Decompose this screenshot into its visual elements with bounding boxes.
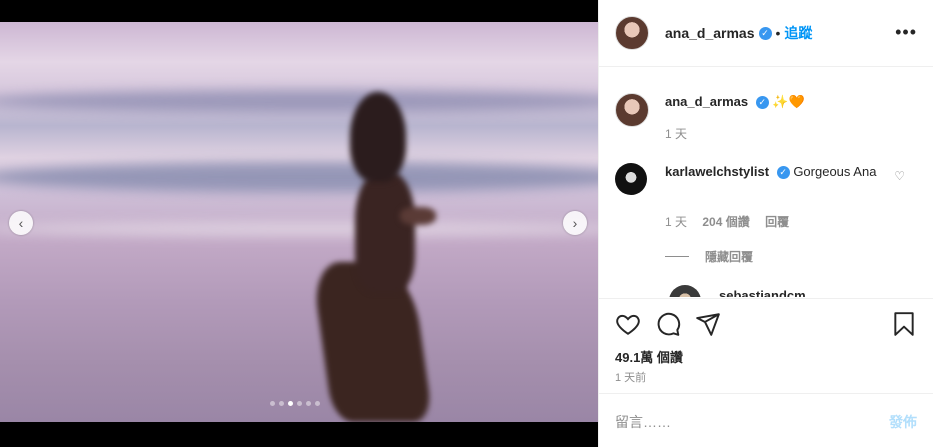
carousel-dot — [279, 401, 284, 406]
verified-badge-icon: ✓ — [755, 96, 769, 110]
hide-replies-button[interactable]: 隱藏回覆 — [665, 248, 753, 265]
carousel-dot — [315, 401, 320, 406]
post-actions: 49.1萬 個讚 1 天前 — [599, 298, 933, 393]
share-icon[interactable] — [695, 311, 721, 337]
comment-like-heart-icon[interactable]: ♡ — [894, 169, 905, 183]
more-options-icon[interactable]: ••• — [895, 22, 917, 43]
avatar[interactable] — [615, 163, 647, 195]
avatar[interactable] — [669, 285, 701, 297]
hide-replies-label: 隱藏回覆 — [705, 250, 754, 264]
avatar[interactable] — [615, 93, 649, 127]
carousel-dot — [270, 401, 275, 406]
comment-input[interactable]: 留言…… — [615, 412, 671, 432]
comment-icon[interactable] — [655, 311, 681, 337]
post-photo — [0, 22, 598, 422]
bookmark-icon[interactable] — [891, 311, 917, 337]
caption-username[interactable]: ana_d_armas — [665, 94, 748, 109]
comment-username[interactable]: karlawelchstylist — [665, 164, 769, 179]
follow-button[interactable]: 追蹤 — [784, 23, 812, 43]
carousel-dot — [306, 401, 311, 406]
chevron-right-icon: › — [572, 215, 578, 231]
verified-badge-icon: ✓ — [776, 166, 790, 180]
separator-bullet: • — [775, 25, 781, 41]
carousel-dot — [297, 401, 302, 406]
post-header: ana_d_armas ✓ • 追蹤 ••• — [599, 0, 933, 67]
reply-username[interactable]: sebastiandcm — [719, 288, 806, 297]
caption-time[interactable]: 1 天 — [665, 127, 687, 141]
comment-time[interactable]: 1 天 — [665, 215, 687, 229]
likes-count[interactable]: 49.1萬 個讚 — [615, 347, 683, 366]
post-media: ‹ › — [0, 0, 598, 447]
post-time[interactable]: 1 天前 — [615, 369, 646, 385]
caption-text: ✨🧡 — [772, 94, 805, 109]
verified-badge-icon: ✓ — [758, 26, 772, 40]
carousel-prev-button[interactable]: ‹ — [9, 211, 33, 235]
carousel-next-button[interactable]: › — [563, 211, 587, 235]
chevron-left-icon: ‹ — [18, 215, 24, 231]
post-comment-button[interactable]: 發佈 — [889, 412, 917, 432]
comment-text: Gorgeous Ana — [793, 164, 877, 179]
post-author-username[interactable]: ana_d_armas — [665, 25, 755, 41]
comments-list: ana_d_armas ✓ ✨🧡 1 天 karlawelchstylist ✓… — [599, 67, 933, 297]
carousel-indicator — [270, 401, 320, 406]
reply-button[interactable]: 回覆 — [765, 215, 789, 229]
comment-likes[interactable]: 204 個讚 — [702, 215, 749, 229]
heart-icon[interactable] — [615, 311, 641, 337]
carousel-dot-active — [288, 401, 293, 406]
avatar[interactable] — [615, 16, 649, 50]
add-comment-section: 留言…… 發佈 — [599, 393, 933, 448]
post-side-panel: ana_d_armas ✓ • 追蹤 ••• ana_d_armas ✓ ✨🧡 … — [598, 0, 933, 447]
